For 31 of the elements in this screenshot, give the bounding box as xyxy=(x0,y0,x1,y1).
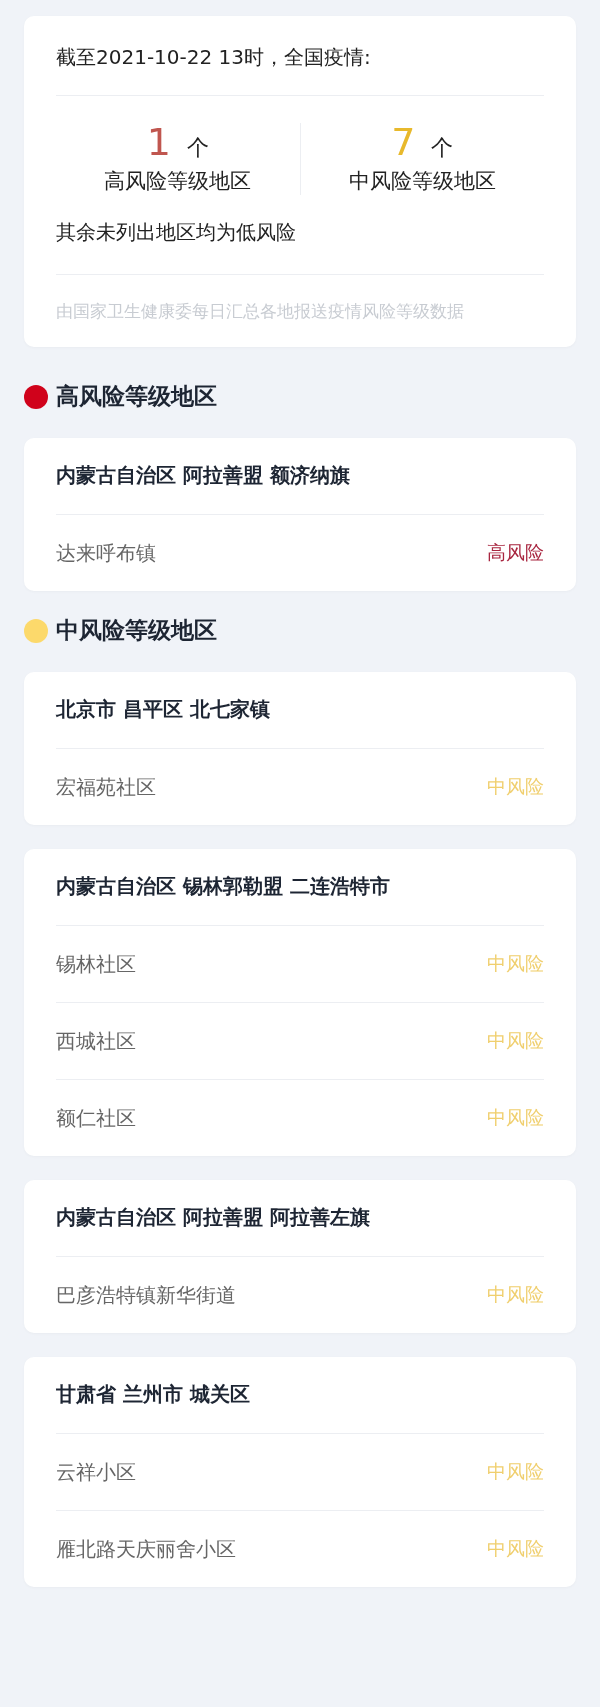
place-name: 巴彦浩特镇新华街道 xyxy=(56,1281,236,1309)
place-name: 额仁社区 xyxy=(56,1104,136,1132)
region-name: 内蒙古自治区 阿拉善盟 阿拉善左旗 xyxy=(56,1204,371,1231)
region-name: 内蒙古自治区 锡林郭勒盟 二连浩特市 xyxy=(56,873,391,900)
risk-level: 中风险 xyxy=(487,1536,544,1561)
count-unit: 个 xyxy=(186,134,209,162)
section-title: 中风险等级地区 xyxy=(56,616,217,645)
region-count: 1 xyxy=(146,122,171,162)
risk-level: 中风险 xyxy=(487,1282,544,1307)
count-unit: 个 xyxy=(431,134,454,162)
summary-headline: 截至2021-10-22 13时，全国疫情: xyxy=(56,16,544,96)
place-name: 雁北路天庆丽舍小区 xyxy=(56,1535,236,1563)
place-name: 宏福苑社区 xyxy=(56,773,156,801)
risk-level: 高风险 xyxy=(487,540,544,565)
place-name: 西城社区 xyxy=(56,1027,136,1055)
low-risk-note: 其余未列出地区均为低风险 xyxy=(56,195,544,275)
region-name: 甘肃省 兰州市 城关区 xyxy=(56,1381,251,1408)
place-name: 锡林社区 xyxy=(56,950,136,978)
place-name: 达来呼布镇 xyxy=(56,539,156,567)
risk-level: 中风险 xyxy=(487,774,544,799)
stat-label: 中风险等级地区 xyxy=(348,168,496,195)
section-title: 高风险等级地区 xyxy=(56,382,217,411)
stat-label: 高风险等级地区 xyxy=(104,168,252,195)
risk-level: 中风险 xyxy=(487,1459,544,1484)
place-name: 云祥小区 xyxy=(56,1458,136,1486)
region-name: 内蒙古自治区 阿拉善盟 额济纳旗 xyxy=(56,462,351,489)
region-count: 7 xyxy=(391,122,416,162)
risk-level: 中风险 xyxy=(487,1105,544,1130)
region-name: 北京市 昌平区 北七家镇 xyxy=(56,696,271,723)
risk-level: 中风险 xyxy=(487,1028,544,1053)
risk-level: 中风险 xyxy=(487,951,544,976)
